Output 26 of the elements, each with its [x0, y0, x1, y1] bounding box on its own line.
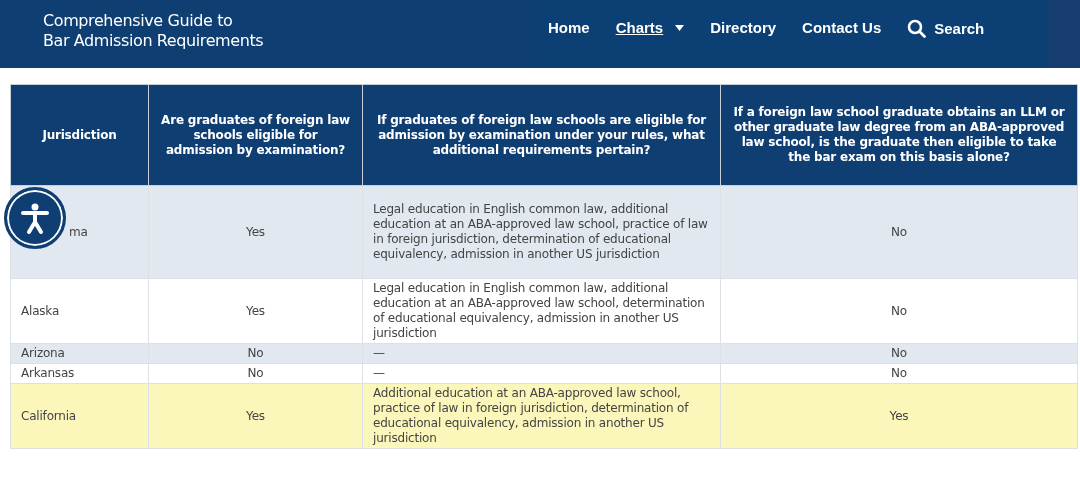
table-cell: Alaska: [10, 278, 149, 344]
column-header: Jurisdiction: [10, 84, 149, 186]
nav-link[interactable]: Search: [899, 19, 993, 38]
table-cell: No: [720, 278, 1078, 344]
table-cell: Additional education at an ABA-approved law school, practice of law in foreign jurisdiction, determination of educational equivalency, admission in another US jurisdiction: [362, 383, 721, 449]
table-cell: Legal education in English common law, additional education at an ABA-approved law school, determination of educational equivalency, admission in another US jurisdiction: [362, 278, 721, 344]
column-header: Are graduates of foreign law schools eligible for admission by examination?: [148, 84, 363, 186]
nav-link[interactable]: Directory: [702, 19, 785, 36]
table-cell: Arkansas: [10, 363, 149, 384]
site-title[interactable]: Comprehensive Guide to: [43, 11, 233, 31]
column-header: If a foreign law school graduate obtains an LLM or other graduate law degree from an ABA-approved law school, is the graduate then eligible to take the bar exam on this basis alone?: [720, 84, 1078, 186]
table-cell: Yes: [148, 383, 363, 449]
nav-link[interactable]: Charts: [607, 19, 693, 36]
search-icon: [907, 19, 927, 38]
site-title[interactable]: Bar Admission Requirements: [43, 31, 264, 51]
table-cell: Yes: [148, 185, 363, 279]
table-cell: No: [720, 185, 1078, 279]
nav-link[interactable]: Home: [540, 19, 598, 36]
caret-icon: [675, 24, 685, 31]
nav-link[interactable]: Contact Us: [794, 19, 890, 36]
table-cell: Yes: [720, 383, 1078, 449]
table-cell: California: [10, 383, 149, 449]
table-cell: Legal education in English common law, additional education at an ABA-approved law school, practice of law in foreign jurisdiction, determination of educational equivalency, admission in another US jurisdiction: [362, 185, 721, 279]
table-cell: Arizona: [10, 343, 149, 364]
column-header: If graduates of foreign law schools are eligible for admission by examination under your rules, what additional requirements pertain?: [362, 84, 721, 186]
table-cell: Yes: [148, 278, 363, 344]
